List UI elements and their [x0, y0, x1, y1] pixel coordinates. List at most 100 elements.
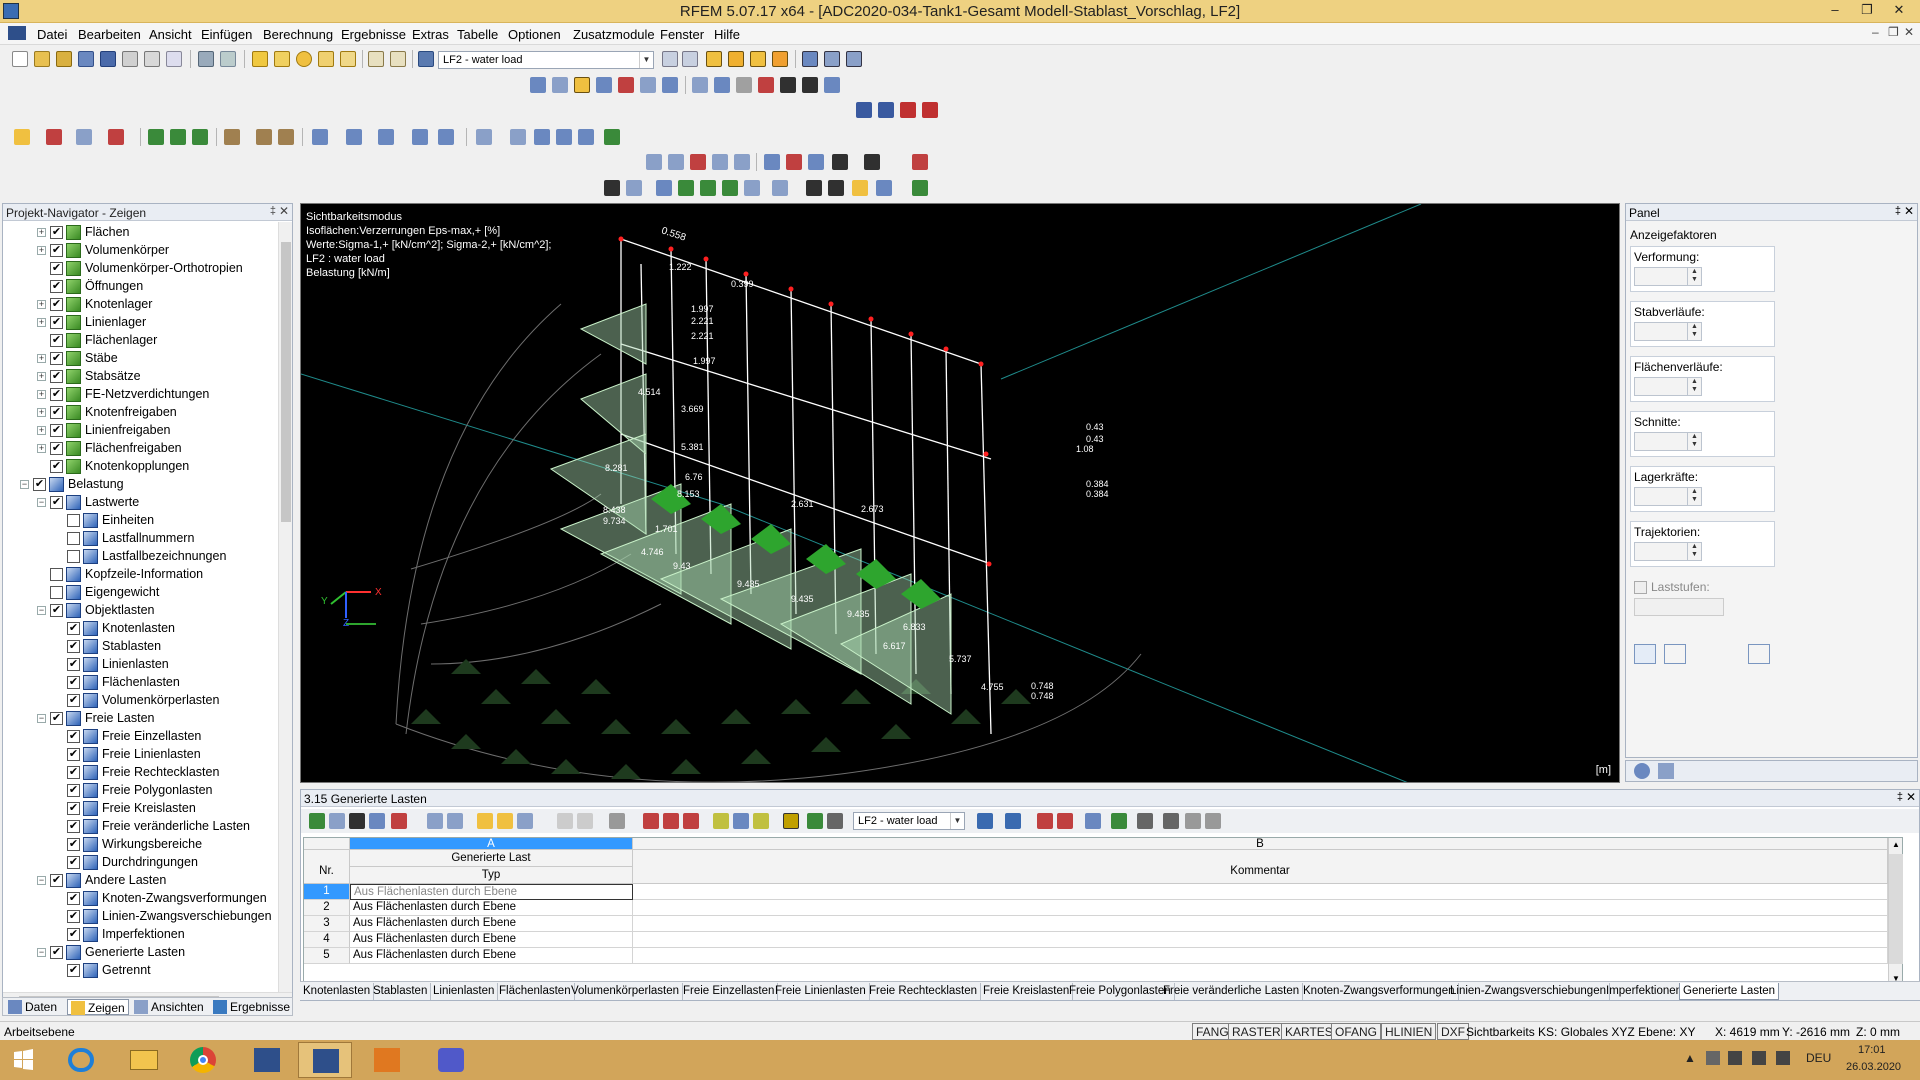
navigator-item[interactable]: ✔ Flächenlager [3, 332, 278, 350]
doc-minimize-button[interactable]: – [1872, 25, 1879, 39]
navigator-item[interactable]: + ✔ Flächenfreigaben [3, 440, 278, 458]
taskbar-rfem-1[interactable] [240, 1042, 294, 1078]
table-filter-icon[interactable] [477, 813, 493, 829]
navigator-item[interactable]: ✔ Flächenlasten [3, 674, 278, 692]
table-up-icon[interactable] [557, 813, 573, 829]
visibility-checkbox[interactable]: ✔ [67, 928, 80, 941]
line-view-icon[interactable] [626, 180, 642, 196]
spinner-arrows-icon[interactable]: ▲ ▼ [1687, 543, 1701, 560]
table-link-icon[interactable] [1085, 813, 1101, 829]
table-refresh-icon[interactable] [517, 813, 533, 829]
navigator-item[interactable]: ✔ Knoten-Zwangsverformungen [3, 890, 278, 908]
workplane-tool-icon[interactable] [578, 129, 594, 145]
doc-close-button[interactable]: ✕ [1904, 25, 1914, 39]
pin-icon[interactable]: ‡ [270, 205, 276, 217]
toggle-kartes[interactable]: KARTES [1281, 1023, 1337, 1040]
factor-spinner[interactable]: ▲ ▼ [1634, 267, 1702, 286]
visibility-checkbox[interactable]: ✔ [50, 946, 63, 959]
table-tab[interactable]: Flächenlasten [496, 983, 575, 1000]
expand-icon[interactable]: + [37, 444, 46, 453]
visibility-checkbox[interactable]: ✔ [50, 316, 63, 329]
tray-network-icon[interactable] [1706, 1051, 1720, 1065]
spinner-arrows-icon[interactable]: ▲ ▼ [1687, 378, 1701, 395]
camera-icon[interactable] [802, 77, 818, 93]
select-icon[interactable] [318, 51, 334, 67]
table-copy-icon[interactable] [329, 813, 345, 829]
navigator-item[interactable]: ✔ Freie Rechtecklasten [3, 764, 278, 782]
perspective-icon[interactable] [734, 154, 750, 170]
collapse-icon[interactable]: − [37, 948, 46, 957]
open-folder-icon[interactable] [56, 51, 72, 67]
expand-icon[interactable]: + [37, 300, 46, 309]
visibility-checkbox[interactable]: ✔ [67, 640, 80, 653]
panel-view-icon[interactable] [852, 180, 868, 196]
formula-off-icon[interactable] [1205, 813, 1221, 829]
hinge-view-icon[interactable] [744, 180, 760, 196]
taskbar-chrome[interactable] [176, 1042, 230, 1078]
navigator-item[interactable]: ✔ Freie Kreislasten [3, 800, 278, 818]
table-tab[interactable]: Volumenkörperlasten [568, 983, 684, 1000]
navigator-item[interactable]: + ✔ Linienlager [3, 314, 278, 332]
pin-icon[interactable]: ‡ [1895, 205, 1901, 217]
navigator-item[interactable]: ✔ Knotenlasten [3, 620, 278, 638]
visibility-checkbox[interactable] [50, 568, 63, 581]
panel-settings-button[interactable] [1664, 644, 1686, 664]
laststufen-select[interactable] [1634, 598, 1724, 616]
menu-zusatzmodule[interactable]: Zusatzmodule [573, 27, 655, 42]
navigator-item[interactable]: + ✔ Linienfreigaben [3, 422, 278, 440]
surface-tool-icon[interactable] [148, 129, 164, 145]
open-file-icon[interactable] [34, 51, 50, 67]
view-x-icon[interactable] [530, 77, 546, 93]
table-toggle-icon[interactable] [390, 51, 406, 67]
table-tab[interactable]: Imperfektionen [1603, 983, 1687, 1000]
cell-typ[interactable]: Aus Flächenlasten durch Ebene [350, 932, 633, 948]
expand-icon[interactable]: + [37, 318, 46, 327]
filter-icon[interactable] [824, 51, 840, 67]
cell-kommentar[interactable] [633, 884, 1888, 900]
zoom-icon[interactable] [296, 51, 312, 67]
chevron-down-icon[interactable]: ▼ [950, 813, 964, 829]
table-next-icon[interactable] [1005, 813, 1021, 829]
visibility-checkbox[interactable]: ✔ [67, 676, 80, 689]
menu-ansicht[interactable]: Ansicht [149, 27, 192, 42]
dimension-tool-icon[interactable] [224, 129, 240, 145]
factor-spinner[interactable]: ▲ ▼ [1634, 487, 1702, 506]
axis-iso-icon[interactable] [832, 154, 848, 170]
table-tab[interactable]: Freie Polygonlasten [1066, 983, 1175, 1000]
move-tool-icon[interactable] [346, 129, 362, 145]
animation-icon[interactable] [802, 51, 818, 67]
table-last-icon[interactable] [1057, 813, 1073, 829]
load-view-icon[interactable] [656, 180, 672, 196]
spinner-arrows-icon[interactable]: ▲ ▼ [1687, 323, 1701, 340]
navigator-item[interactable]: − ✔ Generierte Lasten [3, 944, 278, 962]
find-icon[interactable] [274, 51, 290, 67]
member-tool-icon[interactable] [76, 129, 92, 145]
visibility-checkbox[interactable] [67, 532, 80, 545]
collapse-icon[interactable]: − [37, 876, 46, 885]
tab-ansichten[interactable]: Ansichten [131, 999, 207, 1015]
cell-typ[interactable]: Aus Flächenlasten durch Ebene [350, 948, 633, 964]
navigator-item[interactable]: ✔ Volumenkörperlasten [3, 692, 278, 710]
visibility-checkbox[interactable] [50, 586, 63, 599]
visibility-checkbox[interactable]: ✔ [67, 694, 80, 707]
table-cut-icon[interactable] [643, 813, 659, 829]
axis-x-icon[interactable] [764, 154, 780, 170]
view-solid-icon[interactable] [662, 77, 678, 93]
table-tab[interactable]: Knotenlasten [300, 983, 375, 1000]
table-calc-icon[interactable] [1137, 813, 1153, 829]
column-header-b[interactable]: B [633, 838, 1888, 850]
table-tab[interactable]: Freie veränderliche Lasten [1160, 983, 1304, 1000]
navigator-item[interactable]: + ✔ Knotenlager [3, 296, 278, 314]
spinner-arrows-icon[interactable]: ▲ ▼ [1687, 268, 1701, 285]
tray-time[interactable]: 17:01 [1858, 1044, 1886, 1056]
pin-icon[interactable]: ‡ [1897, 791, 1903, 803]
color-scale-icon[interactable] [876, 180, 892, 196]
save-icon[interactable] [100, 51, 116, 67]
visibility-checkbox[interactable]: ✔ [50, 496, 63, 509]
box-view-icon[interactable] [712, 154, 728, 170]
table-view-icon[interactable] [828, 180, 844, 196]
row-number[interactable]: 4 [304, 932, 350, 948]
navigator-item[interactable]: ✔ Linien-Zwangsverschiebungen [3, 908, 278, 926]
comment-tool-icon[interactable] [256, 129, 272, 145]
navigator-item[interactable]: Eigengewicht [3, 584, 278, 602]
